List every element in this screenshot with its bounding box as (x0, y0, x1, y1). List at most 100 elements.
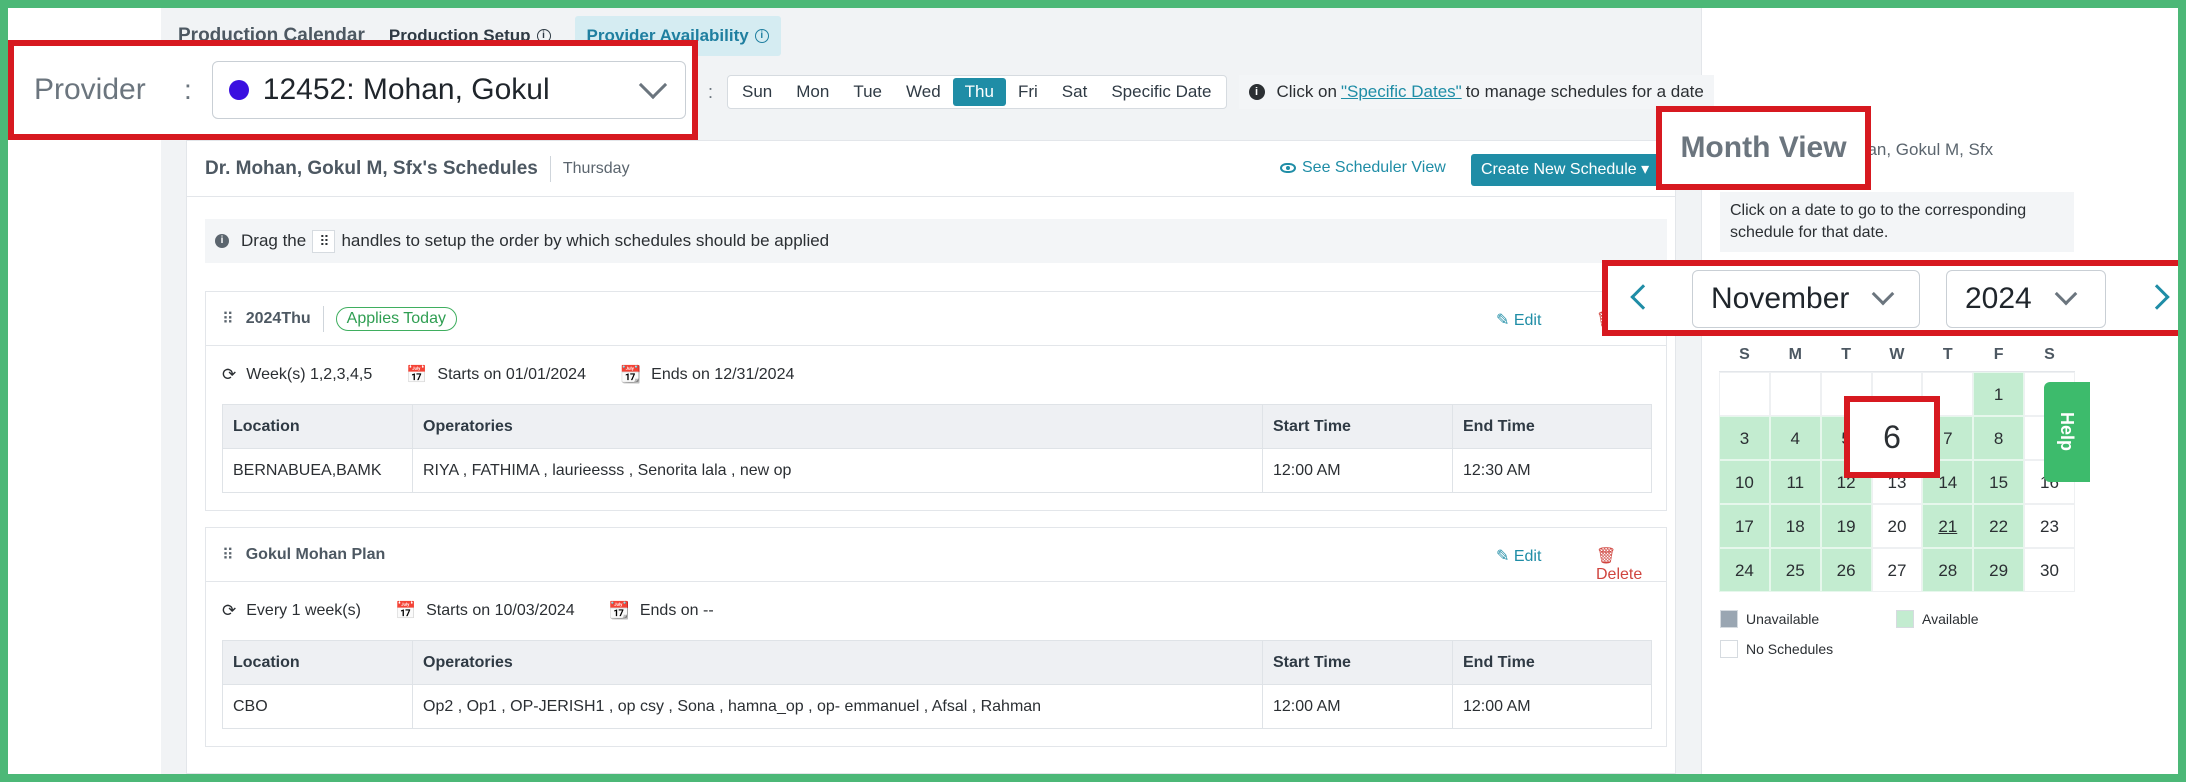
calendar-day[interactable]: 20 (1871, 504, 1923, 548)
provider-label: Provider (34, 73, 146, 106)
calendar-day[interactable]: 27 (1871, 548, 1923, 592)
chevron-down-icon (1872, 282, 1895, 306)
chevron-down-icon (2054, 282, 2078, 306)
calendar-day[interactable]: 23 (2024, 504, 2075, 548)
column-header: End Time (1452, 640, 1652, 685)
drag-handle-icon[interactable]: ⠿ (222, 545, 234, 565)
month-dropdown[interactable]: November (1692, 270, 1920, 328)
month-view-title: Month View (1680, 131, 1847, 164)
app-frame: Production Calendar Production Setup i Pr… (8, 8, 2178, 774)
calendar-day[interactable]: 11 (1769, 460, 1821, 504)
calendar-day[interactable]: 25 (1769, 548, 1821, 592)
month-view-title-highlight: Month View (1656, 106, 1871, 190)
day-button-tue[interactable]: Tue (841, 78, 894, 106)
location-cell: BERNABUEA,BAMK (222, 448, 413, 493)
calendar-day[interactable]: 24 (1719, 548, 1770, 592)
provider-selected-value: 12452: Mohan, Gokul (262, 73, 550, 106)
calendar-day[interactable]: 29 (1973, 548, 2025, 592)
calendar-day[interactable]: 26 (1820, 548, 1872, 592)
day-button-mon[interactable]: Mon (784, 78, 841, 106)
year-dropdown[interactable]: 2024 (1946, 270, 2106, 328)
info-icon: i (215, 234, 229, 248)
column-header: Start Time (1262, 640, 1453, 685)
legend-unavailable: Unavailable (1720, 610, 1819, 628)
delete-button[interactable]: 🗑 Delete (1596, 546, 1666, 584)
day-button-specific-date[interactable]: Specific Date (1099, 78, 1223, 106)
see-scheduler-view-link[interactable]: See Scheduler View (1280, 159, 1446, 177)
weekday-header: SMTWTFS (1719, 338, 2075, 372)
plan-meta: ⟳ Every 1 week(s) 📅 Starts on 10/03/2024 📆… (206, 582, 1666, 640)
plan-table: Location Operatories Start Time End Time… (222, 404, 1652, 493)
calendar-x-icon: 📆 (619, 365, 642, 384)
end-time-cell: 12:30 AM (1452, 448, 1652, 493)
calendar-day[interactable]: 10 (1719, 460, 1770, 504)
highlighted-date[interactable]: 6 (1844, 396, 1940, 478)
edit-button[interactable]: ✎ Edit (1496, 546, 1541, 566)
calendar-day[interactable]: 18 (1769, 504, 1821, 548)
provider-dropdown[interactable]: 12452: Mohan, Gokul (211, 61, 686, 119)
info-icon: i (754, 29, 769, 43)
start-date: 📅 Starts on 10/03/2024 (394, 601, 575, 620)
schedules-title: Dr. Mohan, Gokul M, Sfx's Schedules (205, 157, 538, 179)
calendar-day[interactable]: 30 (2024, 548, 2075, 592)
plan-header: ⠿ Gokul Mohan Plan ✎ Edit 🗑 Delete (206, 528, 1666, 584)
column-header: Start Time (1262, 404, 1453, 449)
create-new-schedule-button[interactable]: Create New Schedule ▾ (1471, 154, 1660, 186)
drag-hint: i Drag the ⠿ handles to setup the order … (205, 219, 1667, 263)
operatories-cell: Op2 , Op1 , OP-JERISH1 , op csy , Sona ,… (412, 684, 1263, 729)
calendar-day[interactable]: 15 (1973, 460, 2025, 504)
table-row: CBO Op2 , Op1 , OP-JERISH1 , op csy , So… (222, 684, 1652, 729)
calendar-x-icon: 📆 (608, 601, 630, 620)
column-header: Location (222, 640, 413, 685)
legend-swatch (1720, 610, 1738, 628)
info-icon: i (1248, 84, 1265, 100)
legend-no-schedules: No Schedules (1720, 640, 1833, 658)
calendar-day[interactable]: 19 (1820, 504, 1872, 548)
weekday-label: T (1841, 346, 1851, 363)
chevron-down-icon (638, 70, 667, 100)
repeat-icon: ⟳ (222, 365, 237, 384)
calendar-day[interactable]: 3 (1719, 416, 1770, 460)
divider (549, 155, 551, 182)
plan-meta: ⟳ Week(s) 1,2,3,4,5 📅 Starts on 01/01/2024… (206, 346, 1666, 404)
chevron-left-icon[interactable] (1630, 284, 1656, 310)
calendar-day[interactable]: 21 (1922, 504, 1974, 548)
drag-handle-icon[interactable]: ⠿ (222, 309, 234, 329)
legend-swatch (1896, 610, 1914, 628)
table-row: BERNABUEA,BAMK RIYA , FATHIMA , lauriees… (222, 448, 1652, 493)
repeat-icon: ⟳ (222, 601, 237, 620)
calendar-day[interactable]: 22 (1973, 504, 2025, 548)
calendar-day[interactable]: 17 (1719, 504, 1770, 548)
weekday-label: F (1993, 346, 2004, 363)
calendar-day[interactable]: 1 (1973, 372, 2025, 416)
edit-button[interactable]: ✎ Edit (1496, 310, 1541, 330)
plan-header: ⠿ 2024Thu Applies Today ✎ Edit 🗑 D (206, 292, 1666, 346)
legend-swatch (1720, 640, 1738, 658)
day-button-fri[interactable]: Fri (1006, 78, 1050, 106)
day-button-sat[interactable]: Sat (1050, 78, 1100, 106)
drag-handle-icon: ⠿ (312, 229, 336, 253)
calendar-day[interactable]: 8 (1973, 416, 2025, 460)
schedules-card: Dr. Mohan, Gokul M, Sfx's Schedules Thur… (186, 140, 1676, 774)
month-navigation-highlight: November 2024 (1602, 260, 2178, 336)
eye-icon (1280, 163, 1296, 173)
day-button-wed[interactable]: Wed (894, 78, 953, 106)
operatories-cell: RIYA , FATHIMA , laurieesss , Senorita l… (412, 448, 1263, 493)
chevron-right-icon[interactable] (2144, 284, 2170, 310)
table-header-row: Location Operatories Start Time End Time (222, 640, 1652, 685)
day-button-thu[interactable]: Thu (952, 78, 1006, 106)
start-date: 📅 Starts on 01/01/2024 (406, 365, 586, 384)
calendar-day[interactable]: 4 (1769, 416, 1821, 460)
end-date: 📆 Ends on 12/31/2024 (619, 365, 795, 384)
specific-dates-link[interactable]: "Specific Dates" (1341, 82, 1462, 102)
end-date: 📆 Ends on -- (608, 601, 714, 620)
help-button[interactable]: Help (2044, 382, 2090, 482)
provider-color-dot (228, 80, 249, 100)
start-time-cell: 12:00 AM (1262, 684, 1453, 729)
day-selector-row: : Sun Mon Tue Wed Thu Fri Sat Specific Date i C… (708, 74, 1714, 110)
calendar-week: 24 25 26 27 28 29 30 (1719, 548, 2075, 592)
schedule-plan: ⠿ Gokul Mohan Plan ✎ Edit 🗑 Delete ⟳ Ever… (205, 527, 1667, 747)
calendar-day[interactable]: 28 (1922, 548, 1974, 592)
day-button-sun[interactable]: Sun (730, 78, 784, 106)
column-header: Operatories (412, 404, 1263, 449)
